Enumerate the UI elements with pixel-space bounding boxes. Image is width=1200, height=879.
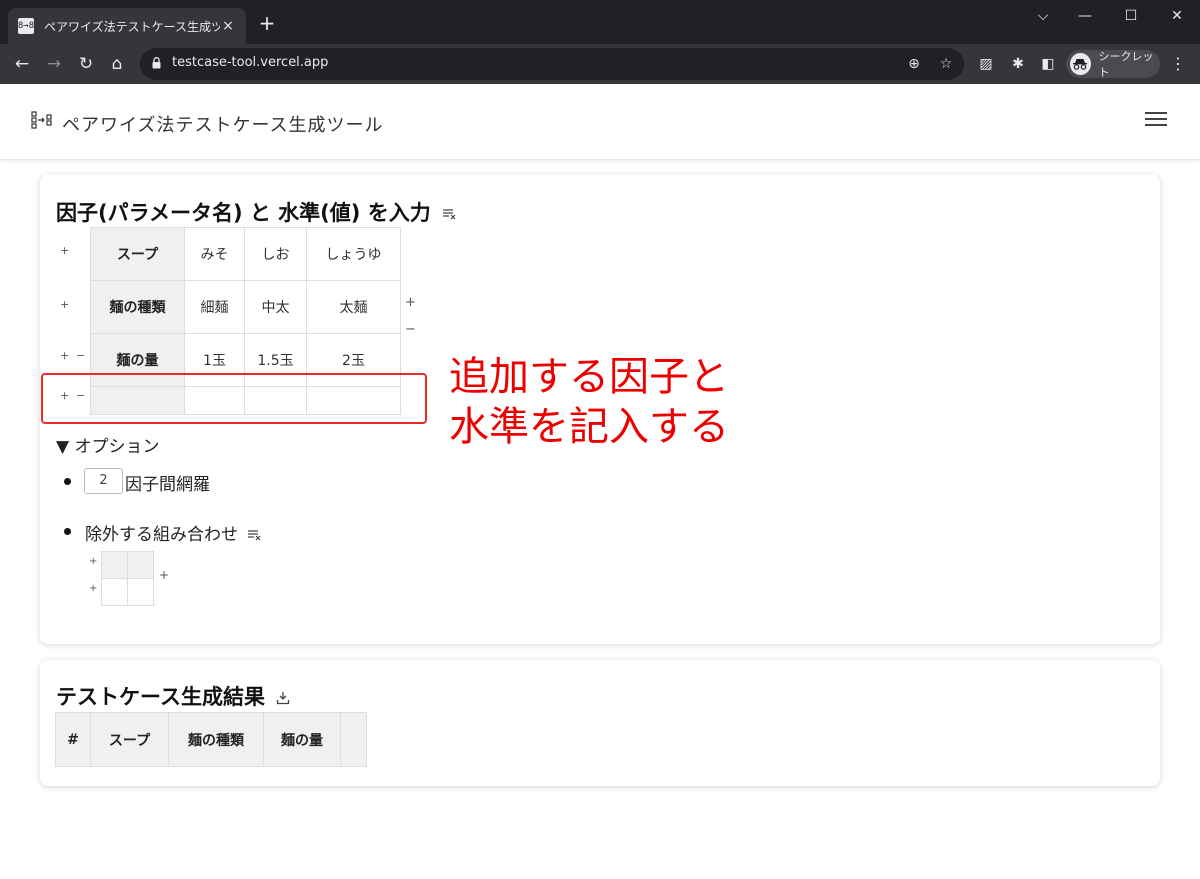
home-icon[interactable]: ⌂: [105, 52, 129, 76]
browser-tab[interactable]: 8→8 ペアワイズ法テストケース生成ツール ×: [8, 8, 246, 44]
url-text: testcase-tool.vercel.app: [172, 55, 329, 70]
parameter-row: スープ みそ しお しょうゆ: [90, 227, 401, 281]
minimize-icon[interactable]: —: [1074, 6, 1096, 26]
profile-label: シークレット: [1098, 50, 1154, 79]
incognito-profile-button[interactable]: シークレット: [1066, 50, 1160, 79]
browser-toolbar: ← → ↻ ⌂ testcase-tool.vercel.app ⊕ ☆ ▨ ✱…: [0, 44, 1200, 84]
list-bullet: [64, 478, 71, 485]
site-header: ペアワイズ法テストケース生成ツール: [0, 84, 1200, 160]
exclude-header-row: [101, 551, 154, 579]
zoom-icon[interactable]: ⊕: [904, 54, 924, 74]
parameter-name-cell[interactable]: 麺の種類: [90, 280, 185, 334]
download-icon[interactable]: [276, 691, 290, 705]
reload-icon[interactable]: ↻: [74, 52, 98, 76]
level-cell[interactable]: しお: [244, 227, 307, 281]
add-exclude-row-button[interactable]: +: [89, 556, 97, 567]
add-row-button[interactable]: +: [60, 298, 69, 311]
clear-list-icon[interactable]: [442, 208, 456, 220]
add-column-button[interactable]: +: [405, 295, 416, 310]
back-icon[interactable]: ←: [10, 52, 34, 76]
forward-icon[interactable]: →: [42, 52, 66, 76]
options-toggle[interactable]: ▼ オプション: [56, 432, 159, 457]
highlight-annotation-box: [41, 373, 427, 424]
result-table: # スープ 麺の種類 麺の量: [55, 712, 367, 767]
tab-title: ペアワイズ法テストケース生成ツール: [44, 19, 220, 34]
exclude-table: [101, 551, 154, 606]
result-header-row: # スープ 麺の種類 麺の量: [55, 712, 367, 767]
exclude-cell[interactable]: [127, 578, 154, 606]
result-column-header: 麺の種類: [168, 712, 264, 767]
browser-tab-bar: 8→8 ペアワイズ法テストケース生成ツール × + ⌵ — ☐ ✕: [0, 0, 1200, 44]
lock-icon: [152, 57, 161, 69]
close-window-icon[interactable]: ✕: [1166, 6, 1188, 26]
level-cell[interactable]: 中太: [244, 280, 307, 334]
exclude-label: 除外する組み合わせ: [85, 520, 261, 545]
address-bar[interactable]: testcase-tool.vercel.app ⊕ ☆: [140, 48, 964, 80]
parameter-row: 麺の種類 細麺 中太 太麺: [90, 280, 401, 334]
remove-row-button[interactable]: −: [76, 349, 85, 362]
result-column-header: [340, 712, 367, 767]
exclude-row: [101, 578, 154, 606]
bookmark-star-icon[interactable]: ☆: [936, 54, 956, 74]
tab-search-icon[interactable]: ⌵: [1032, 6, 1054, 26]
remove-column-button[interactable]: −: [405, 322, 416, 337]
add-exclude-column-button[interactable]: +: [159, 568, 169, 582]
exclude-cell[interactable]: [101, 578, 128, 606]
parameter-name-cell[interactable]: スープ: [90, 227, 185, 281]
result-section-title: テストケース生成結果: [56, 681, 290, 711]
strength-input[interactable]: 2: [84, 468, 123, 494]
input-section-title: 因子(パラメータ名) と 水準(値) を入力: [56, 197, 456, 227]
result-column-header: スープ: [90, 712, 169, 767]
strength-label: 因子間網羅: [125, 475, 210, 495]
exclude-cell[interactable]: [127, 551, 154, 579]
level-cell[interactable]: 太麺: [306, 280, 401, 334]
input-card: 因子(パラメータ名) と 水準(値) を入力 スープ みそ しお しょうゆ 麺の…: [40, 174, 1160, 644]
level-cell[interactable]: みそ: [184, 227, 245, 281]
result-card: テストケース生成結果 # スープ 麺の種類 麺の量: [40, 660, 1160, 786]
annotation-text: 追加する因子と 水準を記入する: [449, 354, 729, 450]
menu-icon[interactable]: ⋮: [1170, 54, 1186, 73]
clear-list-icon[interactable]: [247, 529, 261, 541]
incognito-icon: [1070, 53, 1091, 75]
exclude-cell[interactable]: [101, 551, 128, 579]
result-column-header: #: [55, 712, 91, 767]
level-cell[interactable]: しょうゆ: [306, 227, 401, 281]
sidepanel-icon[interactable]: ◧: [1038, 54, 1058, 74]
favicon-icon: 8→8: [18, 18, 34, 34]
puzzle-icon[interactable]: ✱: [1008, 54, 1028, 74]
new-tab-button[interactable]: +: [256, 12, 278, 34]
hamburger-menu-icon[interactable]: [1145, 112, 1167, 128]
extension-icon[interactable]: ▨: [976, 54, 996, 74]
maximize-icon[interactable]: ☐: [1120, 6, 1142, 26]
list-bullet: [64, 528, 71, 535]
result-column-header: 麺の量: [263, 712, 341, 767]
add-row-button[interactable]: +: [60, 349, 69, 362]
add-row-button[interactable]: +: [60, 244, 69, 257]
site-title: ペアワイズ法テストケース生成ツール: [62, 115, 384, 136]
add-exclude-row-button[interactable]: +: [89, 583, 97, 594]
level-cell[interactable]: 細麺: [184, 280, 245, 334]
logo-icon: [31, 111, 52, 129]
tab-close-icon[interactable]: ×: [220, 18, 236, 34]
